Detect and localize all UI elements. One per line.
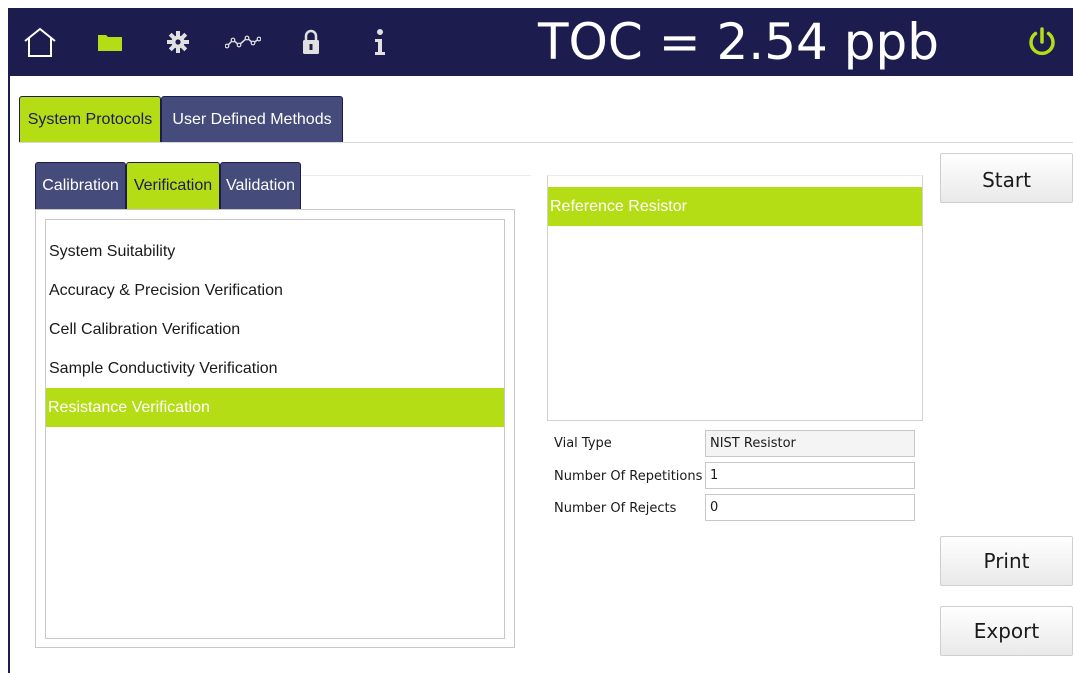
tab-user-defined-methods[interactable]: User Defined Methods (161, 96, 343, 142)
list-item[interactable]: Cell Calibration Verification (49, 310, 240, 349)
reference-resistor-header[interactable]: Reference Resistor (548, 187, 922, 226)
print-button[interactable]: Print (940, 536, 1073, 586)
tab-verification[interactable]: Verification (126, 162, 220, 209)
gear-icon[interactable] (158, 22, 198, 62)
tab-calibration-label: Calibration (42, 177, 119, 194)
window-left-border (8, 76, 10, 673)
tab-validation-label: Validation (225, 177, 296, 194)
subtabs-divider (301, 175, 531, 176)
list-item[interactable]: Sample Conductivity Verification (49, 349, 278, 388)
lock-icon[interactable] (291, 22, 331, 62)
tab-user-defined-methods-label: User Defined Methods (172, 110, 332, 128)
list-item[interactable]: Accuracy & Precision Verification (49, 271, 283, 310)
vial-type-field[interactable]: NIST Resistor (705, 430, 915, 457)
export-button[interactable]: Export (940, 606, 1073, 656)
protocol-list[interactable]: System Suitability Accuracy & Precision … (45, 219, 505, 639)
start-button-label: Start (982, 168, 1031, 192)
trend-icon[interactable] (223, 22, 263, 62)
tab-verification-label: Verification (133, 177, 213, 194)
top-bar: TOC = 2.54 ppb (8, 8, 1073, 76)
list-item-selected[interactable]: Resistance Verification (46, 388, 504, 427)
vial-type-label: Vial Type (554, 436, 612, 451)
export-button-label: Export (973, 619, 1040, 643)
repetitions-label: Number Of Repetitions (554, 469, 703, 484)
tab-calibration[interactable]: Calibration (35, 162, 126, 209)
tabs-divider (19, 142, 1073, 143)
info-icon[interactable] (360, 22, 400, 62)
rejects-field[interactable]: 0 (705, 494, 915, 521)
protocol-list-frame: System Suitability Accuracy & Precision … (35, 209, 515, 648)
list-item[interactable]: System Suitability (49, 232, 175, 271)
folder-icon[interactable] (90, 22, 130, 62)
rejects-label: Number Of Rejects (554, 501, 677, 516)
tab-system-protocols-label: System Protocols (27, 110, 153, 128)
tab-validation[interactable]: Validation (220, 162, 301, 209)
repetitions-field[interactable]: 1 (705, 462, 915, 489)
print-button-label: Print (983, 549, 1030, 573)
tab-system-protocols[interactable]: System Protocols (19, 96, 161, 142)
toc-reading: TOC = 2.54 ppb (538, 13, 939, 71)
power-icon[interactable] (1022, 22, 1062, 62)
start-button[interactable]: Start (940, 153, 1073, 203)
home-icon[interactable] (20, 22, 60, 62)
